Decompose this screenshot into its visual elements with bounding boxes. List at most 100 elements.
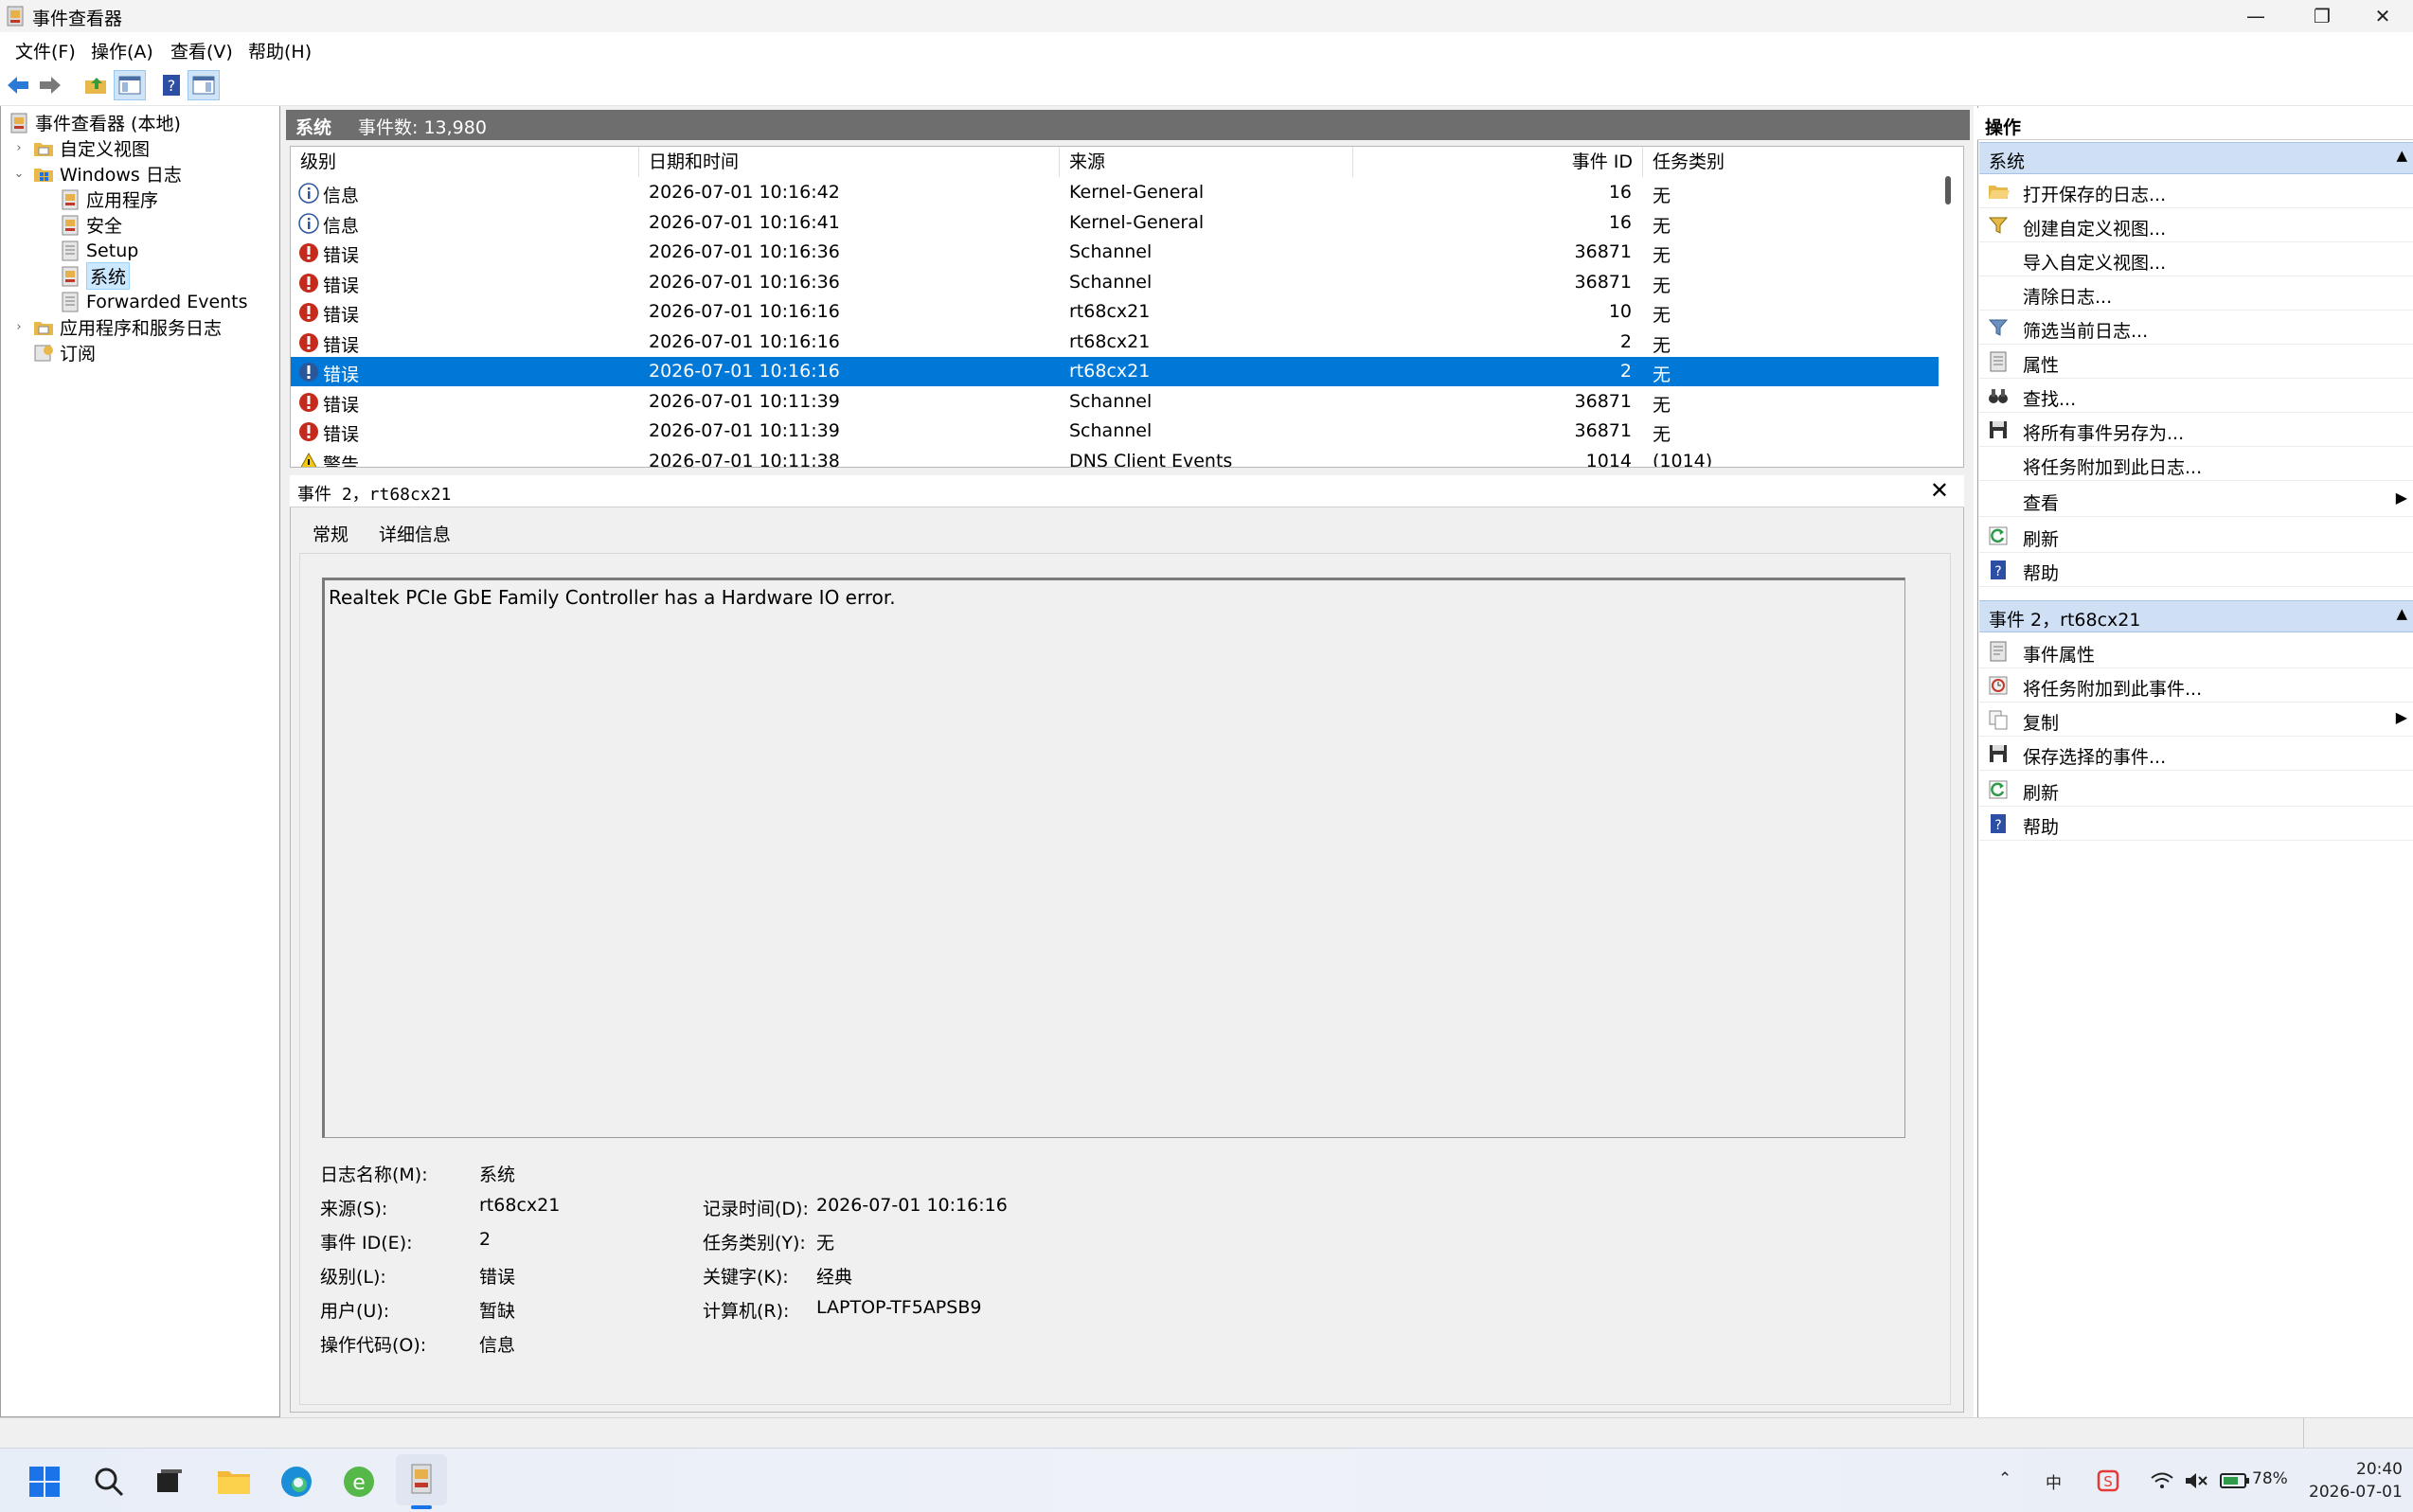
minimize-button[interactable]: — [2225,0,2286,32]
clock-date[interactable]: 2026-07-01 [2309,1483,2403,1502]
action-save-selected-events[interactable]: 保存选择的事件... [1979,737,2413,771]
event-row[interactable]: 信息 2026-07-01 10:16:42 Kernel-General 16 无 [291,178,1939,207]
show-hide-tree-button[interactable] [114,70,146,100]
menu-view[interactable]: 查看(V) [170,38,233,63]
battery-charging-icon[interactable] [2220,1471,2250,1490]
tree-setup[interactable]: Setup [60,238,138,263]
edge-browser-icon[interactable] [277,1462,316,1502]
event-row[interactable]: 错误 2026-07-01 10:16:36 Schannel 36871 无 [291,238,1939,267]
file-explorer-icon[interactable] [214,1462,254,1502]
action-clear-log[interactable]: 清除日志... [1979,276,2413,311]
help-book-icon: ? [1991,814,2006,833]
column-header-source[interactable]: 来源 [1060,147,1353,177]
action-open-saved-log[interactable]: 打开保存的日志... [1979,174,2413,208]
menu-file[interactable]: 文件(F) [15,38,76,63]
event-viewer-taskbar-icon[interactable] [402,1460,441,1500]
event-message-box[interactable]: Realtek PCIe GbE Family Controller has a… [322,578,1905,1138]
actions-section-system[interactable]: 系统 ▲ [1979,142,2413,174]
action-import-custom-view[interactable]: 导入自定义视图... [1979,242,2413,276]
action-properties[interactable]: 属性 [1979,345,2413,379]
event-row[interactable]: 错误 2026-07-01 10:11:39 Schannel 36871 无 [291,417,1939,446]
close-detail-icon[interactable]: ✕ [1930,477,1949,504]
action-copy[interactable]: 复制 ▶ [1979,703,2413,737]
field-opcode-value: 信息 [479,1335,516,1356]
open-folder-icon [1989,186,2010,199]
title-bar: 事件查看器 — ❐ ✕ [0,0,2413,32]
forward-button[interactable] [34,70,66,100]
tree-custom-views[interactable]: › 自定义视图 [12,135,150,161]
column-header-datetime[interactable]: 日期和时间 [639,147,1060,177]
action-label: 清除日志... [2023,287,2113,308]
tree-security[interactable]: 安全 [60,212,122,238]
action-create-custom-view[interactable]: 创建自定义视图... [1979,208,2413,242]
event-row[interactable]: 错误 2026-07-01 10:16:16 rt68cx21 2 无 [291,357,1939,386]
show-hidden-icons-chevron-icon[interactable]: ⌃ [1998,1469,2011,1488]
filter-icon [1988,319,2009,336]
status-divider [2303,1418,2304,1449]
action-view[interactable]: 查看 ▶ [1979,483,2413,517]
action-attach-task-to-log[interactable]: 将任务附加到此日志... [1979,447,2413,481]
event-task-category: 无 [1653,394,1671,416]
wifi-icon[interactable] [2150,1471,2174,1490]
collapse-triangle-icon[interactable]: ▲ [2396,605,2407,622]
tree-system[interactable]: 系统 [60,262,131,290]
action-find[interactable]: 查找... [1979,379,2413,413]
event-row[interactable]: 错误 2026-07-01 10:16:16 rt68cx21 10 无 [291,297,1939,327]
event-row[interactable]: 警告 2026-07-01 10:11:38 DNS Client Events 10… [291,447,1939,467]
sogou-ime-icon[interactable]: S [2097,1469,2119,1492]
save-disk-icon [1990,421,2007,438]
task-view-icon[interactable] [150,1462,189,1502]
restore-button[interactable]: ❐ [2292,0,2352,32]
error-icon [299,332,318,352]
column-header-task-category[interactable]: 任务类别 [1643,147,1939,177]
close-window-button[interactable]: ✕ [2352,0,2413,32]
back-button[interactable] [2,70,34,100]
show-hide-action-pane-button[interactable] [188,70,220,100]
tree-apps-services[interactable]: › 应用程序和服务日志 [12,314,222,340]
tab-details[interactable]: 详细信息 [366,519,464,551]
event-row[interactable]: 信息 2026-07-01 10:16:41 Kernel-General 16 无 [291,208,1939,238]
tree-windows-logs[interactable]: ⌄ Windows 日志 [12,161,182,187]
column-header-level[interactable]: 级别 [291,147,639,177]
action-help-event[interactable]: ? 帮助 [1979,807,2413,841]
collapse-triangle-icon[interactable]: ▲ [2396,147,2407,164]
menu-action[interactable]: 操作(A) [91,38,153,63]
menu-help[interactable]: 帮助(H) [248,38,312,63]
action-refresh[interactable]: 刷新 [1979,519,2413,553]
up-folder-button[interactable] [80,70,112,100]
status-bar [0,1417,2413,1449]
svg-text:S: S [2103,1473,2113,1490]
ime-indicator[interactable]: 中 [2046,1469,2062,1493]
event-task-category: 无 [1653,334,1671,356]
action-event-properties[interactable]: 事件属性 [1979,634,2413,668]
field-source-label: 来源(S): [320,1199,388,1219]
action-filter-current-log[interactable]: 筛选当前日志... [1979,311,2413,345]
event-list-scrollbar-thumb[interactable] [1945,176,1951,205]
column-header-event-id[interactable]: 事件 ID [1353,147,1643,177]
app-e-icon[interactable]: e [339,1462,379,1502]
tab-general[interactable]: 常规 [299,519,363,551]
action-refresh-event[interactable]: 刷新 [1979,773,2413,807]
tree-subscriptions[interactable]: 订阅 [33,340,96,365]
event-row[interactable]: 错误 2026-07-01 10:16:36 Schannel 36871 无 [291,268,1939,297]
tree-application[interactable]: 应用程序 [60,187,158,212]
speaker-muted-icon[interactable] [2184,1471,2208,1490]
tree-forwarded-events[interactable]: Forwarded Events [60,289,248,314]
event-row[interactable]: 错误 2026-07-01 10:16:16 rt68cx21 2 无 [291,328,1939,357]
event-datetime: 2026-07-01 10:16:41 [649,211,840,233]
start-windows-icon[interactable] [25,1462,64,1502]
event-detail-title: 事件 2，rt68cx21 [297,485,452,505]
help-toolbar-button[interactable]: ? [155,70,188,100]
tree-root[interactable]: 事件查看器 (本地) [9,110,181,135]
expand-chevron-icon[interactable]: › [12,141,26,155]
actions-section-event[interactable]: 事件 2，rt68cx21 ▲ [1979,600,2413,632]
action-attach-task-to-event[interactable]: 将任务附加到此事件... [1979,668,2413,703]
event-datetime: 2026-07-01 10:11:39 [649,390,840,412]
action-save-all-events-as[interactable]: 将所有事件另存为... [1979,413,2413,447]
search-icon[interactable] [89,1462,129,1502]
event-row[interactable]: 错误 2026-07-01 10:11:39 Schannel 36871 无 [291,387,1939,417]
collapse-chevron-icon[interactable]: ⌄ [12,167,26,181]
clock-time[interactable]: 20:40 [2356,1460,2403,1479]
action-help[interactable]: ? 帮助 [1979,553,2413,587]
expand-chevron-icon[interactable]: › [12,320,26,334]
